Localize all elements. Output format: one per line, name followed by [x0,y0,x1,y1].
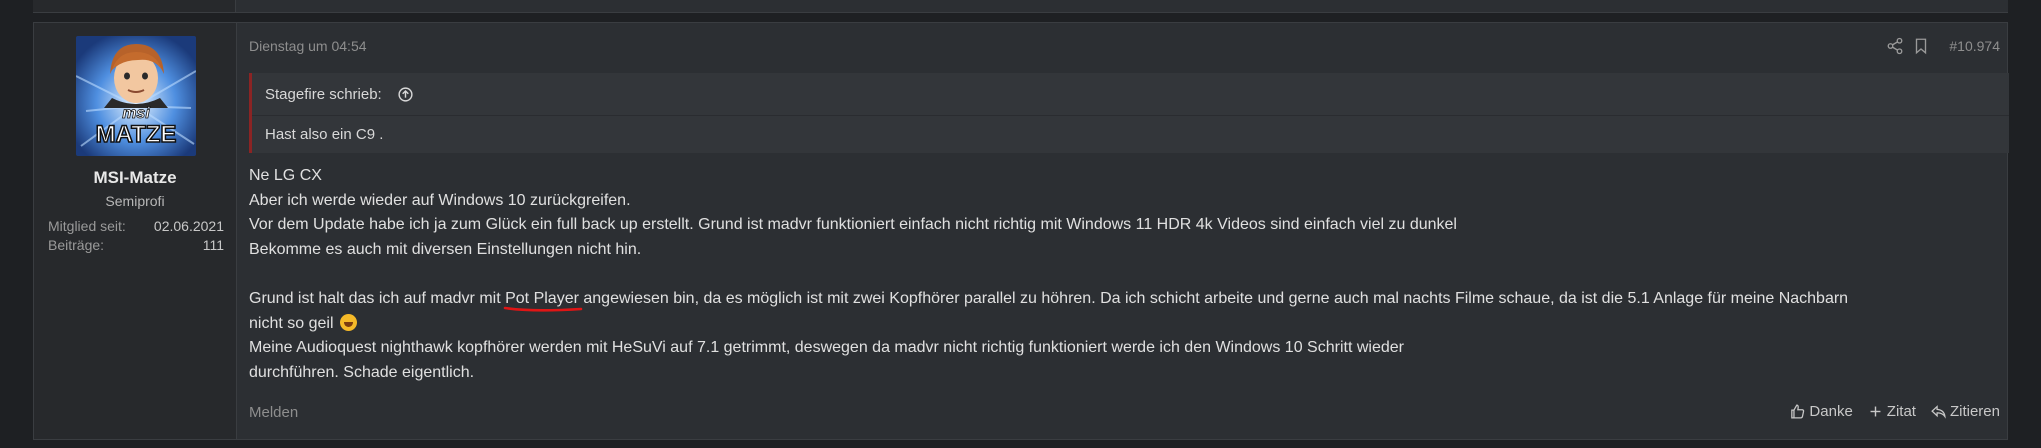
like-label: Danke [1809,403,1853,420]
message-line: Bekomme es auch mit diversen Einstellung… [249,240,642,258]
thumbs-up-icon [1791,404,1805,419]
quote-author[interactable]: Stagefire schrieb: [265,86,382,103]
user-title: Semiprofi [105,193,165,209]
red-underline-annotation [503,306,583,312]
previous-post-edge [33,0,2008,13]
stat-joined: Mitglied seit: 02.06.2021 [48,218,224,234]
reply-icon [1931,405,1946,419]
message-body: Ne LG CX Aber ich werde wieder auf Windo… [249,164,2014,385]
reply-label: Zitieren [1949,403,2000,420]
post-main: Dienstag um 04:54 #10.974 Stagefire schr… [236,23,2009,439]
message-text: angewiesen bin, da es möglich ist mit zw… [578,289,1849,307]
reply-button[interactable]: Zitieren [1930,403,2000,420]
stat-posts-value[interactable]: 111 [203,237,224,253]
plus-icon [1870,406,1881,417]
quote-add-button[interactable]: Zitat [1867,403,1916,420]
stat-posts-label: Beiträge: [48,237,105,253]
like-button[interactable]: Danke [1789,403,1853,420]
post-date[interactable]: Dienstag um 04:54 [249,38,367,54]
quote-block: Stagefire schrieb: Hast also ein C9 . [249,73,2009,153]
message-text: nicht so geil [249,314,338,332]
user-column: msi MATZE MSI-Matze Semiprofi Mitglied s… [34,23,237,439]
post-number[interactable]: #10.974 [1949,38,2000,54]
quote-text: Hast also ein C9 . [265,126,384,143]
arrow-up-circle-icon[interactable] [397,86,414,103]
rofl-emoji-icon [339,313,357,331]
message-line: Vor dem Update habe ich ja zum Glück ein… [249,216,1457,234]
forum-post: msi MATZE MSI-Matze Semiprofi Mitglied s… [33,22,2009,440]
quote-add-label: Zitat [1886,403,1916,420]
stat-posts: Beiträge: 111 [48,237,224,253]
share-icon[interactable] [1886,37,1904,55]
message-text: Grund ist halt das ich auf madvr mit [249,289,506,307]
message-line: durchführen. Schade eigentlich. [249,363,475,381]
avatar[interactable]: msi MATZE [76,36,196,156]
avatar-image: msi MATZE [76,36,196,156]
previous-post-user-col [33,0,236,12]
avatar-matze-text: MATZE [96,121,177,148]
message-line: Ne LG CX [249,167,322,184]
post-actions: Danke Zitat Zitieren [1789,403,2000,420]
stat-joined-value: 02.06.2021 [153,218,224,234]
quote-divider [252,115,2009,116]
stat-joined-label: Mitglied seit: [48,218,126,234]
username[interactable]: MSI-Matze [34,168,236,188]
message-line: Meine Audioquest nighthawk kopfhörer wer… [249,339,1404,357]
report-link[interactable]: Melden [249,404,298,421]
avatar-msi-text: msi [122,105,150,122]
bookmark-icon[interactable] [1912,37,1930,55]
message-line: Grund ist halt das ich auf madvr mit Pot… [249,287,2014,312]
message-line: nicht so geil [249,312,2014,337]
message-line: Aber ich werde wieder auf Windows 10 zur… [249,191,631,209]
highlighted-text: Pot Player [503,287,583,312]
